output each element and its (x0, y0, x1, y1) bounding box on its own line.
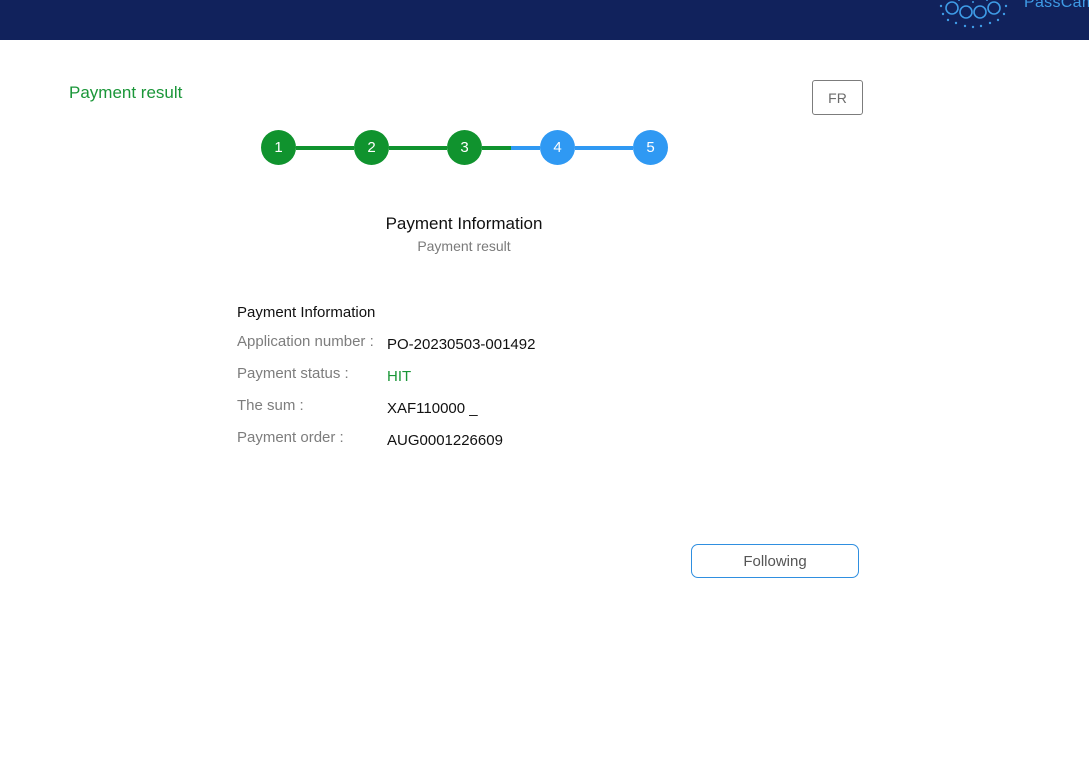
step-3: 3 (447, 130, 482, 165)
step-connector-4-5 (575, 146, 633, 150)
page-title: Payment result (69, 83, 183, 102)
step-connector-3-4 (482, 146, 540, 150)
progress-stepper: 1 2 3 4 5 (261, 130, 669, 166)
info-label: Payment status : (237, 365, 349, 382)
info-row-payment-status: Payment status : HIT (237, 365, 657, 391)
step-connector-2-3 (389, 146, 447, 150)
following-button[interactable]: Following (691, 544, 859, 578)
passcam-logo-icon (939, 0, 1008, 29)
info-label: Application number : (237, 333, 374, 350)
brand-name: PassCam (1024, 0, 1089, 11)
info-row-sum: The sum : XAF110000 _ (237, 397, 657, 423)
step-4: 4 (540, 130, 575, 165)
step-2: 2 (354, 130, 389, 165)
step-5: 5 (633, 130, 668, 165)
info-value: XAF110000 _ (387, 400, 478, 417)
info-row-payment-order: Payment order : AUG0001226609 (237, 429, 657, 455)
section-title: Payment Information (385, 214, 543, 233)
info-label: The sum : (237, 397, 304, 414)
info-label: Payment order : (237, 429, 344, 446)
section-subtitle: Payment result (417, 238, 511, 254)
status-value: HIT (387, 368, 412, 385)
step-1: 1 (261, 130, 296, 165)
info-value: PO-20230503-001492 (387, 336, 536, 353)
step-connector-1-2 (296, 146, 354, 150)
info-row-application-number: Application number : PO-20230503-001492 (237, 333, 657, 359)
top-header-bar: PassCam (0, 0, 1089, 40)
language-toggle-button[interactable]: FR (812, 80, 863, 115)
payment-info-heading: Payment Information (237, 304, 376, 321)
info-value: AUG0001226609 (387, 432, 503, 449)
